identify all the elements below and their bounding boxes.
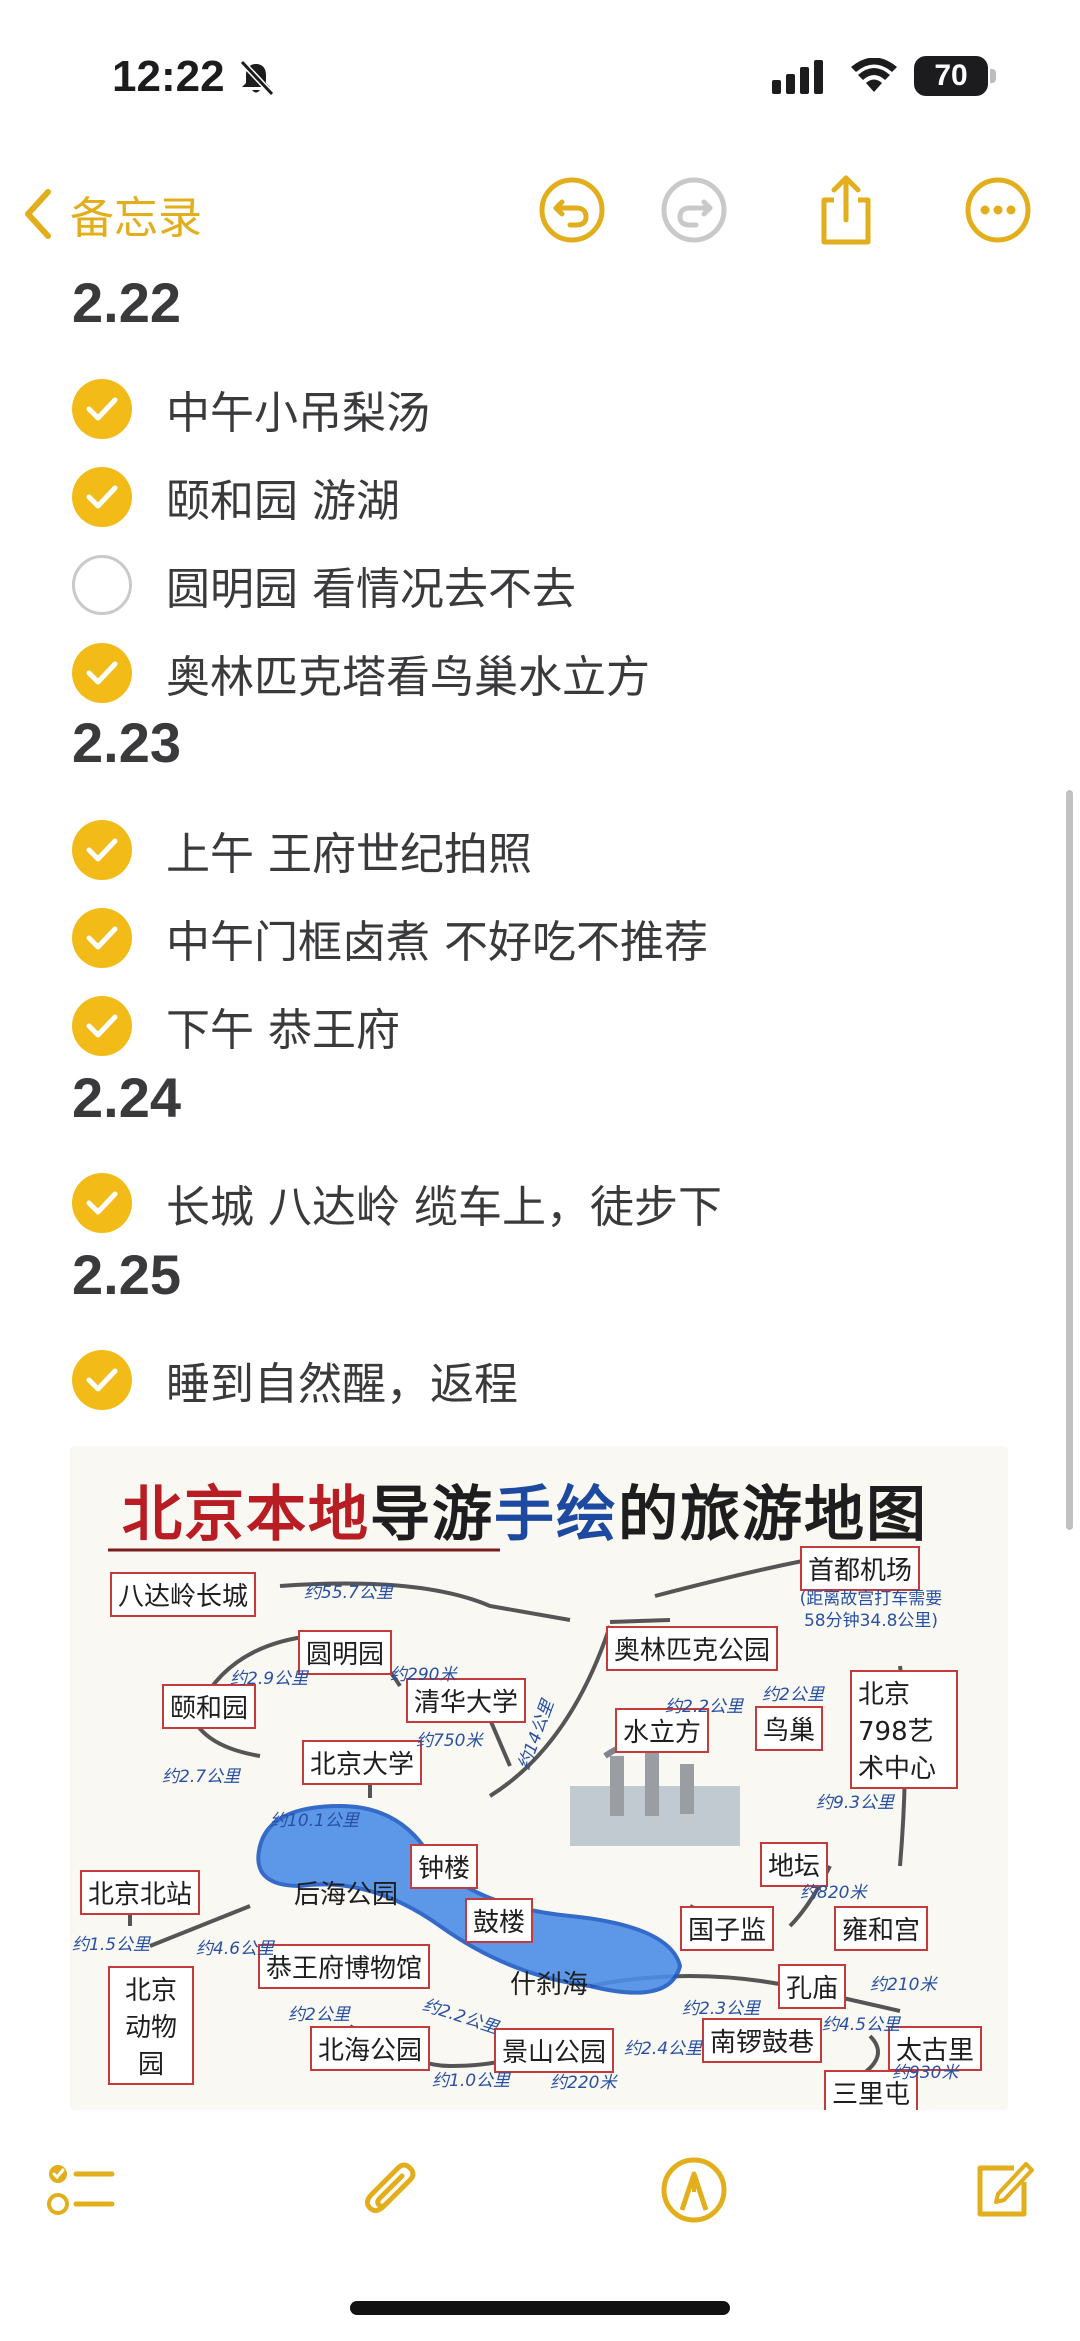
checked-circle-icon[interactable] [72, 643, 132, 703]
checklist-item[interactable]: 长城 八达岭 缆车上，徒步下 [72, 1168, 722, 1238]
navigation-bar: 备忘录 [0, 160, 1080, 260]
checklist-item-text: 奥林匹克塔看鸟巢水立方 [166, 652, 650, 703]
checklist-item[interactable]: 睡到自然醒，返程 [72, 1345, 518, 1415]
place-label: 北京动物园 [108, 1966, 194, 2085]
distance-label: 约2公里 [288, 2005, 350, 2025]
place-label: 鼓楼 [465, 1898, 534, 1943]
checked-circle-icon[interactable] [72, 996, 132, 1056]
distance-label: 约750米 [416, 1731, 483, 1751]
checked-circle-icon[interactable] [72, 379, 132, 439]
checklist-item[interactable]: 中午小吊梨汤 [72, 374, 430, 444]
place-label: 后海公园 [294, 1880, 399, 1910]
distance-label: 约1.5公里 [72, 1935, 151, 1955]
place-label: 南锣鼓巷 [702, 2018, 823, 2063]
place-label: 恭王府博物馆 [258, 1944, 431, 1989]
checked-circle-icon[interactable] [72, 908, 132, 968]
checklist-item[interactable]: 下午 恭王府 [72, 991, 400, 1061]
date-heading: 2.25 [72, 1243, 181, 1306]
distance-label: 约2公里 [762, 1685, 824, 1705]
checklist-item-text: 中午小吊梨汤 [166, 388, 430, 439]
distance-label: 约1.0公里 [432, 2071, 511, 2091]
date-heading: 2.24 [72, 1066, 181, 1129]
place-label: 北海公园 [310, 2026, 431, 2071]
place-label: 颐和园 [162, 1684, 257, 1729]
checklist-item[interactable]: 奥林匹克塔看鸟巢水立方 [72, 638, 650, 708]
checklist-item[interactable]: 颐和园 游湖 [72, 462, 400, 532]
distance-label: 约4.5公里 [822, 2015, 901, 2035]
battery-cap [990, 69, 996, 83]
place-label: 鸟巢 [755, 1706, 824, 1751]
checklist-item-text: 圆明园 看情况去不去 [166, 564, 576, 615]
ruins-illustration [570, 1737, 740, 1846]
scrollbar[interactable] [1066, 790, 1073, 1530]
chevron-left-icon [25, 189, 51, 239]
place-label: 圆明园 [298, 1630, 393, 1675]
distance-label: 约2.4公里 [624, 2039, 703, 2059]
place-label: 八达岭长城 [110, 1572, 257, 1617]
paperclip-icon[interactable] [352, 2150, 432, 2230]
place-label: 国子监 [680, 1906, 775, 1951]
distance-label: 约10.1公里 [270, 1811, 359, 1831]
silent-bell-icon [239, 59, 275, 97]
place-label: 首都机场 [800, 1546, 921, 1591]
airport-note: (距离故宫打车需要58分钟34.8公里) [799, 1589, 943, 1631]
bottom-toolbar [0, 2130, 1080, 2260]
distance-label: 约4.6公里 [196, 1939, 275, 1959]
checked-circle-icon[interactable] [72, 1173, 132, 1233]
date-heading: 2.23 [72, 711, 181, 774]
distance-label: 约2.2公里 [665, 1697, 744, 1717]
place-label: 景山公园 [494, 2028, 615, 2073]
redo-icon[interactable] [654, 170, 734, 250]
distance-label: 约55.7公里 [304, 1583, 393, 1603]
place-label: 奥林匹克公园 [606, 1626, 779, 1671]
map-title: 北京本地导游手绘的旅游地图 [122, 1480, 928, 1550]
date-heading: 2.22 [72, 271, 181, 334]
markup-pen-icon[interactable] [654, 2150, 734, 2230]
unchecked-circle-icon[interactable] [72, 555, 132, 615]
back-label: 备忘录 [70, 193, 202, 244]
place-label: 孔庙 [778, 1964, 847, 2009]
checklist-item[interactable]: 上午 王府世纪拍照 [72, 815, 532, 885]
distance-label: 约290米 [390, 1665, 457, 1685]
place-label: 北京798艺术中心 [850, 1670, 958, 1789]
travel-map-image[interactable]: 北京本地导游手绘的旅游地图 八达岭长城 首都机场 (距离故宫打车需要58分钟34… [70, 1446, 1008, 2110]
back-button[interactable]: 备忘录 [22, 182, 202, 246]
checked-circle-icon[interactable] [72, 1350, 132, 1410]
distance-label: 约2.3公里 [682, 1999, 761, 2019]
status-time: 12:22 [112, 52, 225, 101]
distance-label: 约2.7公里 [162, 1767, 241, 1787]
compose-icon[interactable] [962, 2150, 1042, 2230]
checklist-item-text: 下午 恭王府 [166, 1005, 400, 1056]
share-icon[interactable] [806, 170, 886, 250]
distance-label: 约210米 [870, 1975, 937, 1995]
place-label: 北京北站 [80, 1870, 201, 1915]
checklist-item-text: 长城 八达岭 缆车上，徒步下 [166, 1182, 722, 1233]
battery-indicator: 70 [914, 56, 988, 96]
distance-label: 约930米 [892, 2063, 959, 2083]
distance-label: 约2.9公里 [230, 1669, 309, 1689]
checklist-item[interactable]: 圆明园 看情况去不去 [72, 550, 576, 620]
place-label: 雍和宫 [834, 1906, 929, 1951]
distance-label: 约9.3公里 [816, 1793, 895, 1813]
place-label: 什刹海 [510, 1970, 589, 2000]
distance-label: 约220米 [550, 2073, 617, 2093]
checked-circle-icon[interactable] [72, 820, 132, 880]
home-indicator[interactable] [350, 2301, 730, 2315]
undo-icon[interactable] [532, 170, 612, 250]
wifi-icon [851, 58, 897, 92]
checked-circle-icon[interactable] [72, 467, 132, 527]
cellular-signal-icon [772, 60, 823, 94]
place-label: 钟楼 [410, 1844, 479, 1889]
checklist-icon[interactable] [42, 2150, 122, 2230]
place-label: 北京大学 [302, 1740, 423, 1785]
more-options-icon[interactable] [958, 170, 1038, 250]
checklist-item-text: 颐和园 游湖 [166, 476, 400, 527]
distance-label: 约820米 [800, 1883, 867, 1903]
status-bar: 12:22 70 [0, 0, 1080, 150]
checklist-item-text: 上午 王府世纪拍照 [166, 829, 532, 880]
checklist-item-text: 睡到自然醒，返程 [166, 1359, 518, 1410]
checklist-item-text: 中午门框卤煮 不好吃不推荐 [166, 917, 708, 968]
checklist-item[interactable]: 中午门框卤煮 不好吃不推荐 [72, 903, 708, 973]
